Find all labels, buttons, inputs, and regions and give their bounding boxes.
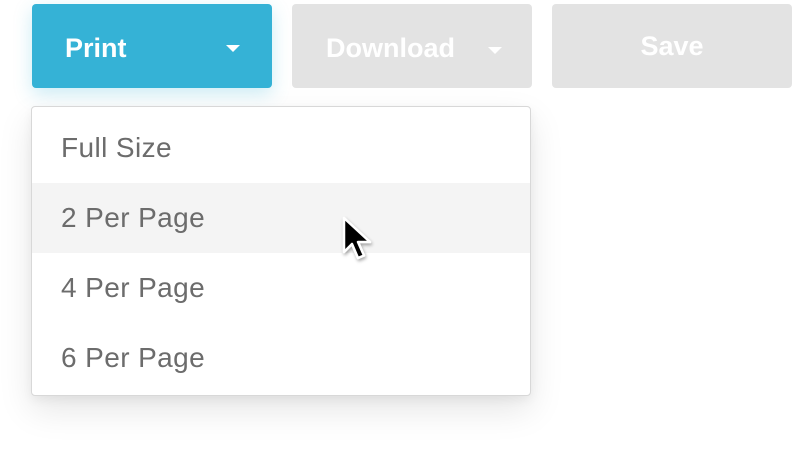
chevron-down-icon (226, 45, 240, 52)
menu-item-2-per-page[interactable]: 2 Per Page (32, 183, 530, 253)
save-button[interactable]: Save (552, 4, 792, 88)
download-button-label: Download (326, 33, 455, 63)
menu-item-full-size[interactable]: Full Size (32, 113, 530, 183)
download-button[interactable]: Download (292, 4, 532, 88)
menu-item-4-per-page[interactable]: 4 Per Page (32, 253, 530, 323)
print-button-label: Print (65, 33, 127, 63)
print-options-panel: Print Download Save Full Size 2 Per Page… (0, 0, 792, 466)
menu-item-6-per-page[interactable]: 6 Per Page (32, 323, 530, 393)
save-button-label: Save (640, 31, 704, 61)
chevron-down-icon (488, 47, 502, 54)
mouse-pointer-icon (342, 216, 372, 260)
print-button[interactable]: Print (32, 4, 272, 88)
print-dropdown-menu: Full Size 2 Per Page 4 Per Page 6 Per Pa… (31, 106, 531, 396)
